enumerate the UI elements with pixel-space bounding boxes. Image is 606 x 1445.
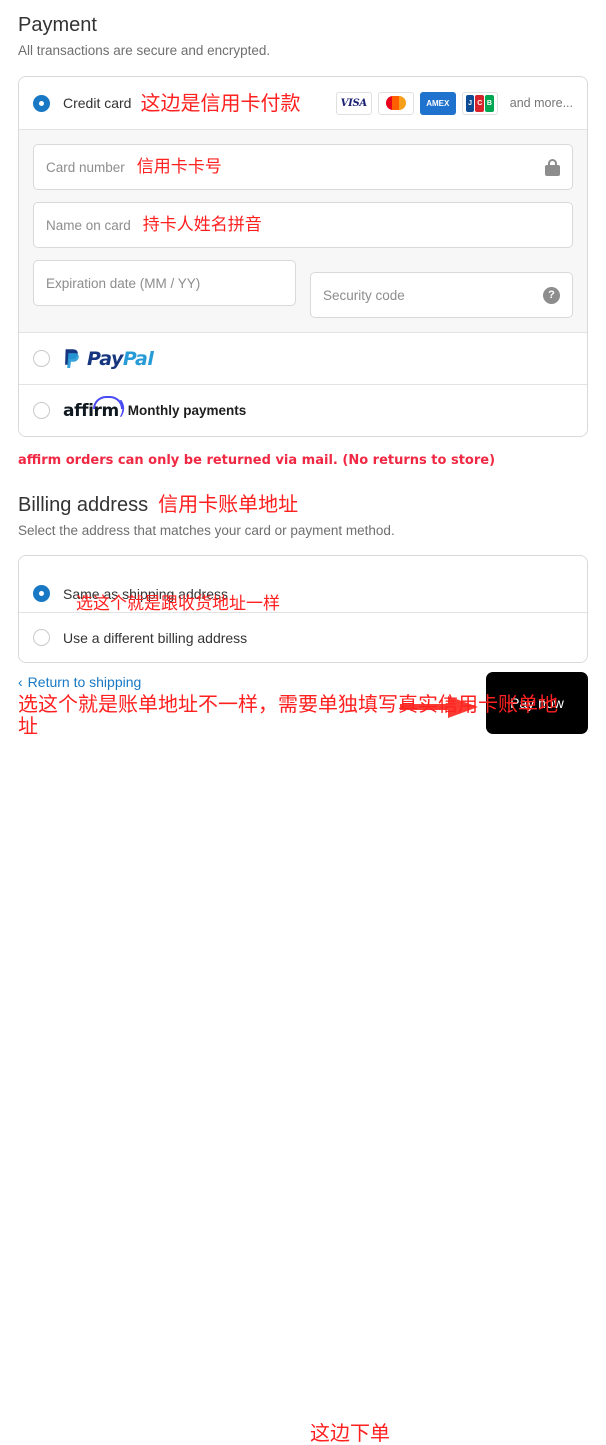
radio-credit-card[interactable] bbox=[33, 94, 50, 112]
expiration-date-field[interactable]: Expiration date (MM / YY) bbox=[33, 260, 296, 306]
return-to-shipping-label: Return to shipping bbox=[27, 674, 142, 690]
billing-subtitle: Select the address that matches your car… bbox=[18, 523, 395, 538]
name-on-card-placeholder: Name on card bbox=[46, 217, 131, 233]
billing-title: Billing address bbox=[18, 494, 149, 516]
different-address-label: Use a different billing address bbox=[63, 629, 248, 646]
amex-icon: AMEX bbox=[419, 91, 456, 115]
and-more-label: and more... bbox=[509, 96, 573, 110]
payment-option-paypal[interactable]: Pay Pal bbox=[19, 332, 587, 384]
annotation-pay-now: 这边下单 bbox=[310, 1421, 390, 1445]
annotation-credit-card: 这边是信用卡付款 bbox=[140, 91, 301, 115]
paypal-icon: Pay Pal bbox=[63, 348, 154, 370]
billing-address-box: Same as shipping address 选这个就是跟收货地址一样 Us… bbox=[18, 555, 588, 663]
billing-option-same[interactable]: Same as shipping address 选这个就是跟收货地址一样 bbox=[19, 556, 587, 614]
annotation-name-on-card: 持卡人姓名拼音 bbox=[142, 215, 262, 235]
radio-same-as-shipping[interactable] bbox=[33, 585, 50, 602]
billing-title-row: Billing address 信用卡账单地址 bbox=[18, 492, 588, 518]
payment-subtitle: All transactions are secure and encrypte… bbox=[18, 43, 271, 58]
billing-option-different[interactable]: Use a different billing address bbox=[19, 612, 587, 662]
annotation-different-address-line1: 选这个就是账单地址不一样，需要单独填写真实信用卡账单地 bbox=[18, 692, 558, 716]
mastercard-icon bbox=[377, 91, 414, 115]
annotation-different-address: 选这个就是账单地址不一样，需要单独填写真实信用卡账单地 址 bbox=[18, 693, 598, 737]
annotation-card-number: 信用卡卡号 bbox=[136, 157, 222, 177]
payment-option-credit-card[interactable]: Credit card 这边是信用卡付款 VISA AMEX J C B and… bbox=[19, 77, 587, 129]
annotation-billing-title: 信用卡账单地址 bbox=[158, 492, 299, 516]
jcb-icon: J C B bbox=[461, 91, 498, 115]
card-number-field[interactable]: Card number 信用卡卡号 bbox=[33, 144, 573, 190]
security-code-placeholder: Security code bbox=[323, 287, 405, 303]
annotation-same-as-shipping: 选这个就是跟收货地址一样 bbox=[76, 594, 280, 614]
annotation-different-address-line2: 址 bbox=[18, 714, 38, 738]
chevron-left-icon: ‹ bbox=[18, 674, 23, 690]
radio-paypal[interactable] bbox=[33, 350, 50, 367]
expiration-date-placeholder: Expiration date (MM / YY) bbox=[46, 275, 201, 291]
affirm-icon: affirm ) bbox=[63, 395, 126, 421]
checkout-payment-page: Payment All transactions are secure and … bbox=[0, 12, 606, 1444]
credit-card-fields: Card number 信用卡卡号 Name on card 持卡人姓名拼音 E… bbox=[19, 129, 587, 332]
payment-option-affirm[interactable]: affirm ) Monthly payments bbox=[19, 384, 587, 436]
card-number-placeholder: Card number bbox=[46, 159, 125, 175]
page-title: Payment bbox=[18, 14, 97, 36]
expiry-security-row: Expiration date (MM / YY) Security code … bbox=[33, 260, 573, 318]
name-on-card-field[interactable]: Name on card 持卡人姓名拼音 bbox=[33, 202, 573, 248]
visa-icon: VISA bbox=[335, 91, 372, 115]
radio-different-address[interactable] bbox=[33, 629, 50, 646]
card-brand-logos: VISA AMEX J C B and more... bbox=[335, 91, 573, 115]
affirm-warning-text: affirm orders can only be returned via m… bbox=[18, 453, 496, 468]
affirm-label: Monthly payments bbox=[127, 403, 247, 418]
return-to-shipping-link[interactable]: ‹ Return to shipping bbox=[18, 674, 141, 690]
payment-methods-box: Credit card 这边是信用卡付款 VISA AMEX J C B and… bbox=[18, 76, 588, 437]
help-icon[interactable]: ? bbox=[543, 286, 560, 304]
radio-affirm[interactable] bbox=[33, 402, 50, 419]
credit-card-label: Credit card bbox=[63, 95, 132, 111]
lock-icon bbox=[545, 158, 560, 176]
security-code-field[interactable]: Security code ? bbox=[310, 272, 573, 318]
